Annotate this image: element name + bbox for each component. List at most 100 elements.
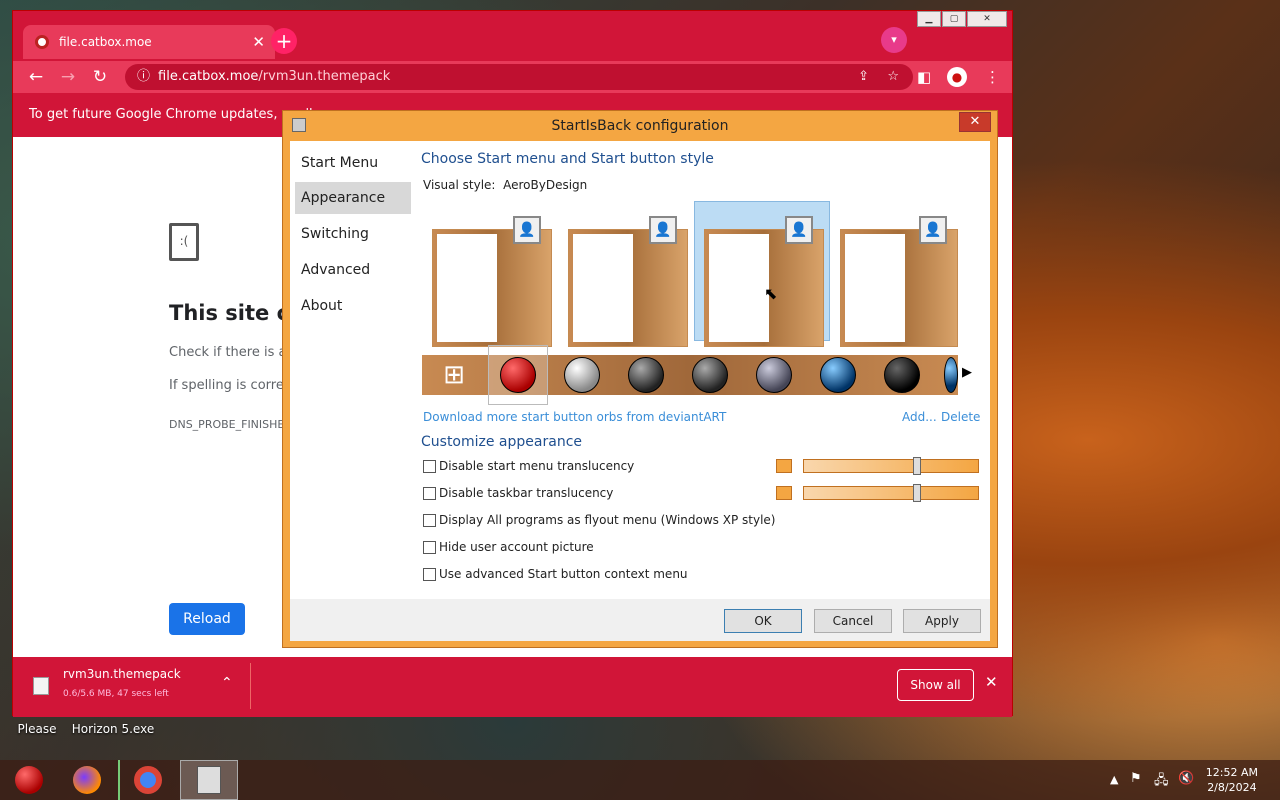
start-menu-translucency-slider[interactable]	[803, 457, 979, 475]
desktop-icon-label[interactable]: Horizon 5.exe	[70, 722, 156, 736]
user-avatar-icon: 👤	[513, 216, 541, 244]
desktop-icon-label[interactable]: Please	[14, 722, 60, 736]
vista-orb-icon[interactable]	[820, 357, 856, 393]
clock-date: 2/8/2024	[1207, 781, 1257, 794]
chrome-icon[interactable]	[118, 760, 176, 800]
firefox-icon[interactable]	[58, 760, 116, 800]
forward-icon[interactable]: →	[57, 67, 79, 87]
reload-button[interactable]: Reload	[169, 603, 245, 635]
user-avatar-icon: 👤	[649, 216, 677, 244]
start-menu-style-1[interactable]: 👤	[432, 216, 552, 347]
broken-page-icon: :(	[169, 223, 199, 261]
favicon-icon	[35, 35, 49, 49]
address-bar[interactable]: ⓘ file.catbox.moe/rvm3un.themepack ⇪ ☆	[125, 64, 913, 90]
url-host: file.catbox.moe	[158, 69, 259, 84]
dialog-client: Start Menu Appearance Switching Advanced…	[290, 141, 990, 641]
error-suggestion-1: Check if there is a	[169, 345, 287, 360]
delete-orb-link[interactable]: Delete	[941, 410, 980, 424]
apply-button[interactable]: Apply	[903, 609, 981, 633]
volume-muted-icon[interactable]: 🔇	[1178, 771, 1194, 786]
grey-orb-icon[interactable]	[756, 357, 792, 393]
desktop-icon-text: Please	[17, 722, 57, 736]
menu-kebab-icon[interactable]: ⋮	[985, 68, 1000, 86]
maximize-icon[interactable]: ▢	[942, 11, 966, 27]
chevron-up-icon[interactable]: ⌃	[221, 675, 233, 691]
file-icon	[33, 677, 49, 695]
ok-button[interactable]: OK	[724, 609, 802, 633]
url-path: /rvm3un.themepack	[258, 69, 391, 84]
error-code: DNS_PROBE_FINISHE	[169, 418, 285, 431]
start-menu-style-2[interactable]: 👤	[568, 216, 688, 347]
dark-orb-icon[interactable]	[628, 357, 664, 393]
taskbar-color-swatch[interactable]	[776, 486, 792, 500]
sidebar-item-appearance[interactable]: Appearance	[295, 182, 411, 214]
slider-knob[interactable]	[913, 457, 922, 475]
sidebar-item-switching[interactable]: Switching	[295, 218, 411, 250]
windows8-logo-icon[interactable]: ⊞	[436, 357, 472, 393]
partial-orb-icon[interactable]	[944, 357, 958, 393]
black-orb-icon[interactable]	[692, 357, 728, 393]
checkbox-taskbar-translucency[interactable]	[423, 487, 436, 500]
show-hidden-icons-icon[interactable]: ▲	[1110, 773, 1118, 786]
sidebar-item-about[interactable]: About	[295, 290, 411, 322]
bookmark-star-icon[interactable]: ☆	[887, 64, 899, 90]
christmas-ornament-orb-icon[interactable]	[500, 357, 536, 393]
profile-avatar-icon[interactable]: ●	[947, 67, 967, 87]
error-suggestion-2: If spelling is corre	[169, 378, 284, 393]
refresh-icon[interactable]: ↻	[89, 67, 111, 87]
taskbar: ▲ ⚑ 🖧 🔇 12:52 AM 2/8/2024	[0, 760, 1280, 800]
download-orbs-link[interactable]: Download more start button orbs from dev…	[423, 410, 726, 424]
side-panel-icon[interactable]: ◧	[917, 68, 931, 86]
browser-tab[interactable]: file.catbox.moe ✕	[23, 25, 275, 59]
cancel-button[interactable]: Cancel	[814, 609, 892, 633]
start-orb-icon[interactable]	[0, 760, 58, 800]
startisback-dialog: StartIsBack configuration ✕ Start Menu A…	[282, 110, 998, 648]
sidebar-item-start-menu[interactable]: Start Menu	[295, 147, 411, 179]
close-tab-icon[interactable]: ✕	[252, 33, 265, 51]
download-filename[interactable]: rvm3un.themepack	[63, 667, 181, 681]
customize-heading: Customize appearance	[421, 434, 582, 450]
start-menu-color-swatch[interactable]	[776, 459, 792, 473]
visual-style-value[interactable]: AeroByDesign	[503, 178, 587, 192]
checkbox-advanced-context-menu[interactable]	[423, 568, 436, 581]
taskbar-translucency-slider[interactable]	[803, 484, 979, 502]
infobar-text: To get future Google Chrome updates, you…	[29, 107, 313, 122]
system-clock[interactable]: 12:52 AM 2/8/2024	[1206, 765, 1258, 795]
desktop-icon-text: Horizon 5.exe	[71, 722, 155, 736]
share-icon[interactable]: ⇪	[858, 64, 869, 90]
close-window-icon[interactable]: ✕	[967, 11, 1007, 27]
user-avatar-icon: 👤	[919, 216, 947, 244]
black-sphere-orb-icon[interactable]	[884, 357, 920, 393]
white-orb-icon[interactable]	[564, 357, 600, 393]
start-menu-style-4[interactable]: 👤	[840, 216, 958, 347]
option-label: Disable start menu translucency	[439, 459, 635, 473]
option-label: Display All programs as flyout menu (Win…	[439, 513, 776, 527]
add-orb-link[interactable]: Add...	[902, 410, 937, 424]
tab-strip: file.catbox.moe ✕ + ▾ ▁ ▢ ✕	[13, 11, 1012, 61]
close-download-bar-icon[interactable]: ✕	[985, 673, 998, 691]
tab-title: file.catbox.moe	[59, 35, 152, 49]
scroll-right-arrow-icon[interactable]: ▶	[962, 365, 972, 380]
network-icon[interactable]: 🖧	[1154, 771, 1169, 793]
download-bar: rvm3un.themepack 0.6/5.6 MB, 47 secs lef…	[13, 657, 1012, 717]
mouse-cursor-icon: ⬉	[764, 284, 778, 303]
close-dialog-icon[interactable]: ✕	[959, 112, 991, 132]
action-center-flag-icon[interactable]: ⚑	[1130, 771, 1142, 786]
visual-style-row: Visual style: AeroByDesign	[423, 178, 587, 192]
show-all-button[interactable]: Show all	[897, 669, 974, 701]
tab-search-icon[interactable]: ▾	[881, 27, 907, 53]
visual-style-label: Visual style:	[423, 178, 496, 192]
back-icon[interactable]: ←	[25, 67, 47, 87]
style-heading: Choose Start menu and Start button style	[421, 151, 714, 167]
slider-knob[interactable]	[913, 484, 922, 502]
checkbox-start-menu-translucency[interactable]	[423, 460, 436, 473]
minimize-icon[interactable]: ▁	[917, 11, 941, 27]
startisback-app-icon[interactable]	[180, 760, 238, 800]
checkbox-flyout-menu[interactable]	[423, 514, 436, 527]
new-tab-button[interactable]: +	[271, 28, 297, 54]
option-label: Hide user account picture	[439, 540, 594, 554]
browser-toolbar: ← → ↻ ⓘ file.catbox.moe/rvm3un.themepack …	[13, 61, 1012, 93]
sidebar-item-advanced[interactable]: Advanced	[295, 254, 411, 286]
checkbox-hide-user-picture[interactable]	[423, 541, 436, 554]
site-info-icon[interactable]: ⓘ	[137, 69, 150, 84]
